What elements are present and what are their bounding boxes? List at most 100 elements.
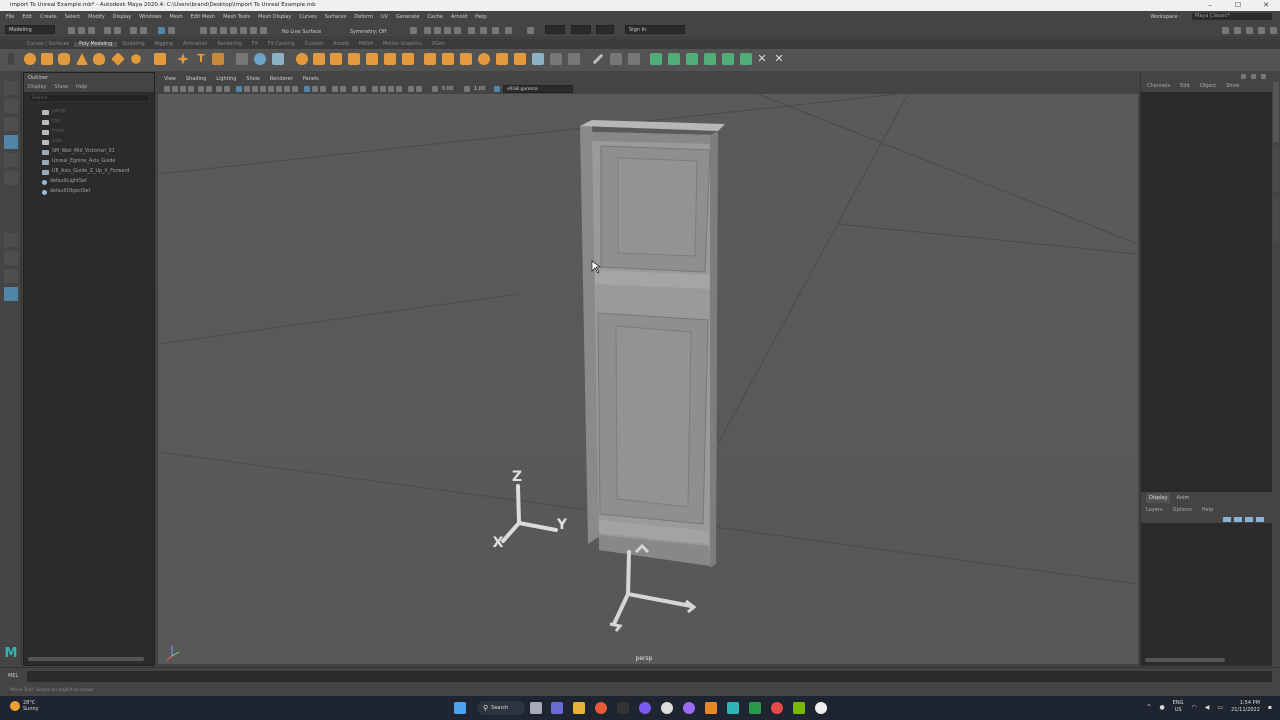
near-clip-field[interactable]: 0.00	[442, 86, 453, 92]
menu-generate[interactable]: Generate	[396, 14, 419, 20]
edge-loop-icon[interactable]	[496, 53, 508, 65]
persp-outliner-layout-icon[interactable]	[4, 287, 18, 301]
gate-mask-icon[interactable]	[396, 86, 402, 92]
snap-grid-icon[interactable]	[200, 27, 207, 34]
nvidia-icon[interactable]	[793, 702, 805, 714]
super-shape-icon[interactable]	[177, 53, 189, 65]
cylindrical-map-icon[interactable]	[686, 53, 698, 65]
float-icon[interactable]	[1251, 74, 1256, 79]
select-tool-icon[interactable]	[4, 81, 18, 95]
layer-menu-help[interactable]: Help	[1202, 507, 1213, 523]
maximize-button[interactable]: ☐	[1224, 0, 1252, 11]
channel-box-menu-show[interactable]: Show	[1226, 83, 1240, 92]
single-view-icon[interactable]	[4, 233, 18, 247]
boolean-icon[interactable]	[296, 53, 308, 65]
safe-action-icon[interactable]	[372, 86, 378, 92]
smooth-shade-icon[interactable]	[244, 86, 250, 92]
modeling-toolkit-icon[interactable]	[1222, 27, 1229, 34]
z-field[interactable]	[596, 25, 614, 34]
dock-tab-channel-box[interactable]	[1273, 82, 1279, 142]
wireframe-icon[interactable]	[236, 86, 242, 92]
circularize-icon[interactable]	[532, 53, 544, 65]
menu-surfaces[interactable]: Surfaces	[325, 14, 347, 20]
notifications-icon[interactable]: ▪	[1268, 704, 1272, 711]
tray-overflow-icon[interactable]: ^	[1146, 704, 1151, 711]
y-field[interactable]	[571, 25, 591, 34]
exposure-icon[interactable]	[332, 86, 338, 92]
shelf-tab-motion-graphics[interactable]: Motion Graphics	[378, 42, 427, 47]
bookmarks-icon[interactable]	[180, 86, 186, 92]
open-scene-icon[interactable]	[78, 27, 85, 34]
layout-uv-icon[interactable]	[740, 53, 752, 65]
shelf-tab-animation[interactable]: Animation	[178, 42, 212, 47]
transform-field-icon[interactable]	[527, 27, 534, 34]
menu-set-dropdown[interactable]: Modeling	[5, 25, 55, 34]
viewport-menu-lighting[interactable]: Lighting	[216, 76, 236, 82]
list-item[interactable]: SM_Wall_Mid_Victorian_01	[42, 147, 115, 157]
app-notification-icon[interactable]	[771, 702, 783, 714]
new-layer-icon[interactable]	[1245, 517, 1253, 522]
xray-icon[interactable]	[304, 86, 310, 92]
grid-icon[interactable]	[216, 86, 222, 92]
render-view-icon[interactable]	[424, 27, 431, 34]
excel-icon[interactable]	[749, 702, 761, 714]
shelf-tab-fx[interactable]: FX	[247, 42, 263, 47]
start-icon[interactable]	[454, 702, 466, 714]
poly-cube-icon[interactable]	[41, 53, 53, 65]
shadows-icon[interactable]	[276, 86, 282, 92]
close-button[interactable]: ✕	[1252, 0, 1280, 11]
lights-icon[interactable]	[268, 86, 274, 92]
menu-select[interactable]: Select	[65, 14, 80, 20]
playblast-icon[interactable]	[416, 86, 422, 92]
unfold-icon[interactable]: ✕	[756, 53, 768, 65]
snap-surface-icon[interactable]	[240, 27, 247, 34]
menu-arnold[interactable]: Arnold	[451, 14, 467, 20]
film-gate-icon[interactable]	[224, 86, 230, 92]
menu-file[interactable]: File	[6, 14, 14, 20]
poly-sphere-icon[interactable]	[24, 53, 36, 65]
poly-cylinder-icon[interactable]	[58, 53, 70, 65]
viewport-menu-show[interactable]: Show	[246, 76, 260, 82]
slide-edge-icon[interactable]	[514, 53, 526, 65]
menu-cache[interactable]: Cache	[427, 14, 443, 20]
list-item[interactable]: defaultObjectSet	[42, 187, 90, 197]
weather-widget[interactable]: 28°C Sunny	[10, 700, 39, 712]
svg-icon[interactable]	[212, 53, 224, 65]
camera-select-icon[interactable]	[164, 86, 170, 92]
clock[interactable]: 1:54 PM 21/11/2022	[1231, 700, 1260, 714]
mel-label[interactable]: MEL	[8, 673, 18, 679]
file-explorer-icon[interactable]	[573, 702, 585, 714]
field-chart-icon[interactable]	[408, 86, 414, 92]
menu-display[interactable]: Display	[113, 14, 131, 20]
arnold-settings-icon[interactable]	[505, 27, 512, 34]
quad-draw-icon[interactable]	[478, 53, 490, 65]
outliner-layout-icon[interactable]	[4, 269, 18, 283]
history-icon[interactable]	[410, 27, 417, 34]
camera-attributes-icon[interactable]	[172, 86, 178, 92]
move-tool-icon[interactable]	[4, 135, 18, 149]
menu-uv[interactable]: UV	[381, 14, 388, 20]
list-item[interactable]: persp	[42, 107, 66, 117]
teams-chat-icon[interactable]	[551, 702, 563, 714]
uv-editor-icon[interactable]	[650, 53, 662, 65]
mirror-icon[interactable]	[313, 53, 325, 65]
x-field[interactable]	[545, 25, 565, 34]
save-scene-icon[interactable]	[88, 27, 95, 34]
platonic-solid-icon[interactable]	[154, 53, 166, 65]
blender-icon[interactable]	[705, 702, 717, 714]
outliner-scrollbar[interactable]	[28, 657, 144, 661]
scale-tool-icon[interactable]	[4, 171, 18, 185]
channel-box-menu-channels[interactable]: Channels	[1147, 83, 1170, 92]
list-item[interactable]: top	[42, 117, 60, 127]
shelf-tab-poly-modeling[interactable]: Poly Modeling	[74, 41, 118, 47]
view-transform-icon[interactable]	[352, 86, 358, 92]
poly-cone-icon[interactable]	[76, 53, 88, 65]
ipr-render-icon[interactable]	[444, 27, 451, 34]
minimize-button[interactable]: –	[1196, 0, 1224, 11]
auto-map-icon[interactable]	[722, 53, 734, 65]
viewport-panel[interactable]: Z Y X persp	[158, 94, 1138, 664]
viewport-menu-renderer[interactable]: Renderer	[270, 76, 293, 82]
taskbar-search[interactable]: ⚲ Search	[477, 701, 525, 715]
cleanup-icon[interactable]	[610, 53, 622, 65]
menu-mesh-tools[interactable]: Mesh Tools	[223, 14, 250, 20]
